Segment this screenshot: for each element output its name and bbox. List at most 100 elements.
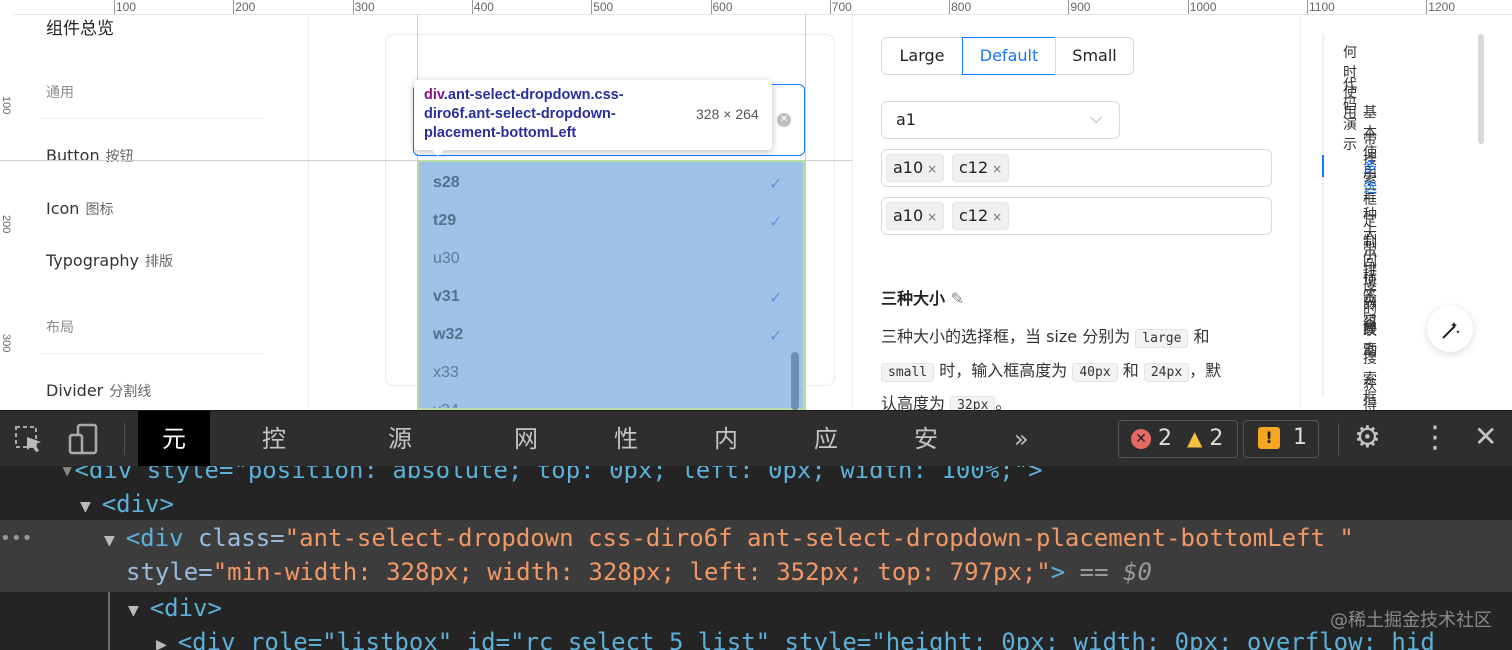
dropdown-option[interactable]: x33 [433, 364, 459, 382]
section-title-text: 三种大小 [881, 289, 946, 308]
select-dropdown: s28 ✓ t29 ✓ u30 v31 ✓ w32 ✓ x33 y34 [417, 160, 805, 410]
expand-triangle-icon: ▶ [156, 634, 178, 650]
ruler-tick [1068, 0, 1070, 14]
dom-node-line[interactable]: ▼ <div> [128, 594, 222, 622]
multi-select-large[interactable]: a10 × c12 × [881, 149, 1272, 187]
code-32: 32px [950, 396, 996, 410]
dropdown-option[interactable]: v31 [433, 288, 460, 306]
dropdown-option[interactable]: u30 [433, 250, 460, 268]
ruler-label: 300 [0, 334, 12, 353]
tag-label: c12 [959, 158, 989, 177]
dropdown-option[interactable]: y34 [433, 402, 459, 408]
issues-counter[interactable]: ! 1 [1243, 420, 1319, 458]
dom-selected-marker: == $0 [1065, 558, 1152, 586]
chevron-down-icon: ⌵ [1090, 108, 1103, 127]
nav-item-sub: 分割线 [109, 384, 152, 400]
select-tag: a10 × [886, 154, 945, 182]
clear-icon[interactable]: ✕ [777, 113, 791, 127]
section-desc-line2: small 时，输入框高度为 40px 和 24px ，默 [881, 357, 1221, 382]
devtools-tab[interactable]: 应用 [790, 411, 862, 509]
select-tag: c12 × [952, 154, 1010, 182]
dom-node-line[interactable]: ▶ <div role="listbox" id="rc_select_5_li… [156, 628, 1435, 650]
dom-tag: > [1050, 558, 1066, 586]
size-small-button[interactable]: Small [1055, 37, 1134, 75]
devtools-tab[interactable]: 控制台 [238, 411, 310, 565]
tag-label: a10 [893, 206, 924, 225]
tooltip-selector: div.ant-select-dropdown.css-diro6f.ant-s… [424, 86, 684, 143]
ruler-label: 200 [0, 215, 12, 234]
size-default-button[interactable]: Default [962, 37, 1056, 75]
single-select[interactable]: a1 ⌵ [881, 101, 1120, 139]
multi-select-default[interactable]: a10 × c12 × [881, 197, 1272, 235]
dropdown-option[interactable]: t29 [433, 212, 456, 230]
dom-attr-name: class= [197, 524, 285, 552]
code-40: 40px [1072, 363, 1118, 382]
more-options-icon[interactable]: ⋮ [1420, 420, 1450, 455]
desc-text: 认高度为 [881, 394, 946, 410]
ruler-tick [114, 0, 115, 14]
nav-divider [40, 353, 264, 354]
error-count: 2 [1158, 426, 1172, 451]
dom-node-line-selected[interactable]: ▼ <div class="ant-select-dropdown css-di… [104, 524, 1354, 552]
tag-close-icon[interactable]: × [927, 210, 937, 224]
nav-item-divider[interactable]: Divider 分割线 [46, 381, 151, 401]
tag-label: c12 [959, 206, 989, 225]
size-large-button[interactable]: Large [881, 37, 963, 75]
dom-attr-name: style= [126, 558, 213, 586]
dom-node-text: <div> [149, 594, 222, 622]
nav-item-label: Icon [46, 199, 80, 218]
nav-title: 组件总览 [46, 19, 114, 39]
dom-node-line[interactable]: ▾<div style="position: absolute; top: 0p… [60, 466, 1043, 484]
devtools-tab[interactable]: 网络 [490, 411, 562, 509]
toolbar-divider [1338, 423, 1339, 455]
close-devtools-icon[interactable]: ✕ [1474, 420, 1497, 453]
tag-close-icon[interactable]: × [992, 210, 1002, 224]
dropdown-scrollbar[interactable] [791, 352, 799, 410]
dropdown-option[interactable]: w32 [433, 326, 463, 344]
node-actions-dots[interactable]: ••• [0, 528, 33, 549]
devtools-tab[interactable]: 源代码 [364, 411, 436, 565]
nav-item-icon[interactable]: Icon 图标 [46, 199, 113, 219]
tag-close-icon[interactable]: × [992, 162, 1002, 176]
ruler-tick [829, 0, 831, 14]
code-large: large [1135, 329, 1189, 348]
nav-item-label: Typography [46, 251, 139, 270]
ruler-label: 200 [235, 0, 256, 14]
nav-item-sub: 排版 [145, 254, 173, 270]
edit-icon[interactable]: ✎ [951, 289, 964, 308]
devtools-tab[interactable]: 安全 [890, 411, 962, 509]
dom-node-line[interactable]: ▼ <div> [80, 490, 174, 518]
more-tabs-button[interactable]: » [990, 411, 1053, 467]
select-tag: a10 × [886, 202, 945, 230]
expand-triangle-icon: ▾ [60, 466, 75, 484]
device-toolbar-icon[interactable] [68, 423, 100, 459]
dom-node-text: <div> [101, 490, 174, 518]
dom-node-line-selected-2[interactable]: style="min-width: 328px; width: 328px; l… [126, 558, 1152, 586]
anchor-link[interactable]: 代码演示 [1343, 74, 1357, 154]
inspect-guide [805, 14, 806, 410]
nav-item-button[interactable]: Button 按钮 [46, 146, 134, 166]
nav-item-typography[interactable]: Typography 排版 [46, 251, 173, 271]
dom-node-text: <div style="position: absolute; top: 0px… [74, 466, 1043, 484]
devtools-tab[interactable]: 内存 [690, 411, 762, 509]
ruler-label: 600 [712, 0, 733, 14]
expand-triangle-icon: ▼ [104, 530, 126, 551]
tooltip-arrow [430, 148, 446, 156]
content-separator [852, 14, 853, 410]
devtools-tab[interactable]: 元素 [138, 411, 210, 509]
anchor-scrollbar[interactable] [1478, 34, 1484, 144]
magic-wand-icon[interactable] [1427, 306, 1473, 352]
ruler-tick [233, 0, 235, 14]
settings-gear-icon[interactable]: ⚙ [1354, 420, 1381, 455]
error-warning-counter[interactable]: ✕ 2 ▲ 2 [1118, 420, 1238, 458]
inspect-element-icon[interactable] [14, 425, 44, 459]
ruler-label: 100 [0, 96, 12, 115]
section-title: 三种大小 ✎ [881, 285, 964, 309]
tag-close-icon[interactable]: × [927, 162, 937, 176]
devtools-tab[interactable]: 性能 [590, 411, 662, 509]
ruler-tick [352, 0, 354, 14]
ruler-label: 1000 [1189, 0, 1217, 14]
desc-text: 三种大小的选择框，当 size 分别为 [881, 327, 1131, 346]
check-icon: ✓ [769, 326, 783, 345]
dropdown-option[interactable]: s28 [433, 174, 460, 192]
